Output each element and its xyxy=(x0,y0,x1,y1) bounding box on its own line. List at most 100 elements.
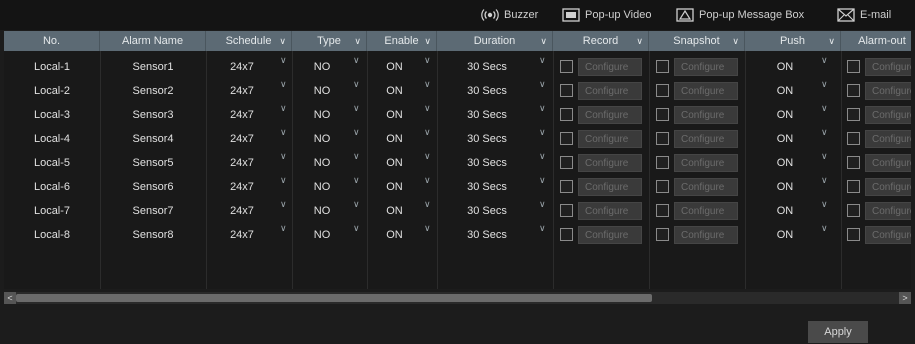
snapshot-configure-button[interactable]: Configure xyxy=(674,130,738,148)
apply-button[interactable]: Apply xyxy=(808,321,868,343)
duration-select[interactable]: 30 Secs xyxy=(437,151,537,175)
alarm-out-configure-button[interactable]: Configure xyxy=(865,154,911,172)
schedule-select[interactable]: 24x7 xyxy=(206,79,278,103)
chevron-down-icon[interactable]: ∨ xyxy=(539,175,546,186)
schedule-select[interactable]: 24x7 xyxy=(206,151,278,175)
alarm-out-checkbox[interactable] xyxy=(847,228,860,241)
col-type[interactable]: Type ∨ xyxy=(292,31,367,51)
alarm-out-configure-button[interactable]: Configure xyxy=(865,130,911,148)
chevron-down-icon[interactable]: ∨ xyxy=(821,175,828,186)
col-record[interactable]: Record ∨ xyxy=(553,31,649,51)
enable-select[interactable]: ON xyxy=(367,151,422,175)
type-select[interactable]: NO xyxy=(292,151,352,175)
push-select[interactable]: ON xyxy=(745,151,825,175)
alarm-out-checkbox[interactable] xyxy=(847,156,860,169)
chevron-down-icon[interactable]: ∨ xyxy=(539,151,546,162)
chevron-down-icon[interactable]: ∨ xyxy=(732,31,739,51)
enable-select[interactable]: ON xyxy=(367,127,422,151)
snapshot-configure-button[interactable]: Configure xyxy=(674,202,738,220)
alarm-out-configure-button[interactable]: Configure xyxy=(865,106,911,124)
chevron-down-icon[interactable]: ∨ xyxy=(280,127,287,138)
chevron-down-icon[interactable]: ∨ xyxy=(424,223,431,234)
chevron-down-icon[interactable]: ∨ xyxy=(539,79,546,90)
chevron-down-icon[interactable]: ∨ xyxy=(280,151,287,162)
snapshot-configure-button[interactable]: Configure xyxy=(674,106,738,124)
alarm-out-checkbox[interactable] xyxy=(847,132,860,145)
chevron-down-icon[interactable]: ∨ xyxy=(353,151,360,162)
snapshot-checkbox[interactable] xyxy=(656,204,669,217)
snapshot-configure-button[interactable]: Configure xyxy=(674,58,738,76)
chevron-down-icon[interactable]: ∨ xyxy=(353,127,360,138)
chevron-down-icon[interactable]: ∨ xyxy=(821,223,828,234)
chevron-down-icon[interactable]: ∨ xyxy=(539,127,546,138)
col-enable[interactable]: Enable ∨ xyxy=(367,31,437,51)
record-checkbox[interactable] xyxy=(560,156,573,169)
chevron-down-icon[interactable]: ∨ xyxy=(353,175,360,186)
enable-select[interactable]: ON xyxy=(367,55,422,79)
chevron-down-icon[interactable]: ∨ xyxy=(353,55,360,66)
push-select[interactable]: ON xyxy=(745,55,825,79)
chevron-down-icon[interactable]: ∨ xyxy=(280,223,287,234)
duration-select[interactable]: 30 Secs xyxy=(437,55,537,79)
alarm-out-checkbox[interactable] xyxy=(847,204,860,217)
push-select[interactable]: ON xyxy=(745,223,825,247)
push-select[interactable]: ON xyxy=(745,199,825,223)
type-select[interactable]: NO xyxy=(292,79,352,103)
chevron-down-icon[interactable]: ∨ xyxy=(280,79,287,90)
record-configure-button[interactable]: Configure xyxy=(578,58,642,76)
duration-select[interactable]: 30 Secs xyxy=(437,103,537,127)
enable-select[interactable]: ON xyxy=(367,175,422,199)
alarm-out-checkbox[interactable] xyxy=(847,60,860,73)
snapshot-checkbox[interactable] xyxy=(656,84,669,97)
col-schedule[interactable]: Schedule ∨ xyxy=(206,31,292,51)
snapshot-checkbox[interactable] xyxy=(656,108,669,121)
record-configure-button[interactable]: Configure xyxy=(578,82,642,100)
snapshot-checkbox[interactable] xyxy=(656,180,669,193)
alarm-out-configure-button[interactable]: Configure xyxy=(865,226,911,244)
schedule-select[interactable]: 24x7 xyxy=(206,103,278,127)
chevron-down-icon[interactable]: ∨ xyxy=(424,127,431,138)
scroll-right-button[interactable]: > xyxy=(899,292,911,304)
alarm-out-configure-button[interactable]: Configure xyxy=(865,202,911,220)
buzzer-option[interactable]: Buzzer xyxy=(481,0,538,30)
record-configure-button[interactable]: Configure xyxy=(578,154,642,172)
chevron-down-icon[interactable]: ∨ xyxy=(353,223,360,234)
horizontal-scrollbar[interactable]: < > xyxy=(4,292,911,304)
record-configure-button[interactable]: Configure xyxy=(578,130,642,148)
enable-select[interactable]: ON xyxy=(367,103,422,127)
type-select[interactable]: NO xyxy=(292,175,352,199)
chevron-down-icon[interactable]: ∨ xyxy=(280,199,287,210)
snapshot-configure-button[interactable]: Configure xyxy=(674,226,738,244)
chevron-down-icon[interactable]: ∨ xyxy=(424,79,431,90)
chevron-down-icon[interactable]: ∨ xyxy=(539,103,546,114)
schedule-select[interactable]: 24x7 xyxy=(206,127,278,151)
chevron-down-icon[interactable]: ∨ xyxy=(353,79,360,90)
push-select[interactable]: ON xyxy=(745,127,825,151)
chevron-down-icon[interactable]: ∨ xyxy=(821,151,828,162)
col-duration[interactable]: Duration ∨ xyxy=(437,31,553,51)
record-checkbox[interactable] xyxy=(560,84,573,97)
snapshot-checkbox[interactable] xyxy=(656,132,669,145)
chevron-down-icon[interactable]: ∨ xyxy=(539,199,546,210)
alarm-out-configure-button[interactable]: Configure xyxy=(865,82,911,100)
snapshot-checkbox[interactable] xyxy=(656,60,669,73)
type-select[interactable]: NO xyxy=(292,55,352,79)
chevron-down-icon[interactable]: ∨ xyxy=(828,31,835,51)
scroll-left-button[interactable]: < xyxy=(4,292,16,304)
record-checkbox[interactable] xyxy=(560,132,573,145)
scrollbar-thumb[interactable] xyxy=(16,294,652,302)
chevron-down-icon[interactable]: ∨ xyxy=(821,55,828,66)
record-configure-button[interactable]: Configure xyxy=(578,226,642,244)
chevron-down-icon[interactable]: ∨ xyxy=(353,103,360,114)
chevron-down-icon[interactable]: ∨ xyxy=(280,175,287,186)
push-select[interactable]: ON xyxy=(745,103,825,127)
chevron-down-icon[interactable]: ∨ xyxy=(424,55,431,66)
chevron-down-icon[interactable]: ∨ xyxy=(821,127,828,138)
chevron-down-icon[interactable]: ∨ xyxy=(821,103,828,114)
type-select[interactable]: NO xyxy=(292,223,352,247)
email-option[interactable]: E-mail xyxy=(837,0,891,30)
chevron-down-icon[interactable]: ∨ xyxy=(354,31,361,51)
duration-select[interactable]: 30 Secs xyxy=(437,79,537,103)
enable-select[interactable]: ON xyxy=(367,223,422,247)
alarm-out-checkbox[interactable] xyxy=(847,84,860,97)
